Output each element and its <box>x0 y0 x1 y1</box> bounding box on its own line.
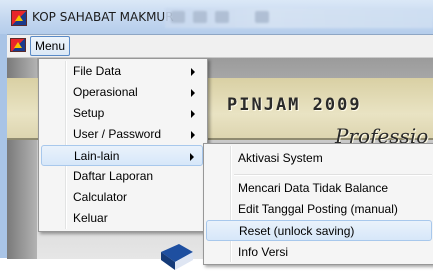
menu-separator <box>234 174 432 176</box>
submenu-item-aktivasi-system[interactable]: Aktivasi System <box>206 148 432 169</box>
app-logo-icon[interactable] <box>11 10 27 26</box>
submenu-arrow-icon <box>191 89 195 97</box>
book-icon <box>161 244 193 270</box>
menu-item-daftar-laporan[interactable]: Daftar Laporan <box>41 166 203 187</box>
submenu-item-reset-unlock-saving[interactable]: Reset (unlock saving) <box>206 220 432 241</box>
submenu-arrow-icon <box>191 68 195 76</box>
menu-item-label: Lain-lain <box>74 149 120 163</box>
menu-item-label: Operasional <box>73 85 138 99</box>
submenu-item-info-versi[interactable]: Info Versi <box>206 242 432 263</box>
menu-item-calculator[interactable]: Calculator <box>41 187 203 208</box>
menu-item-keluar[interactable]: Keluar <box>41 208 203 229</box>
menu-item-label: Daftar Laporan <box>73 169 154 183</box>
submenu-arrow-icon <box>191 110 195 118</box>
submenu-item-label: Edit Tanggal Posting (manual) <box>238 202 398 216</box>
menu-item-operasional[interactable]: Operasional <box>41 82 203 103</box>
banner-title: PINJAM 2009 <box>227 95 362 115</box>
menu-item-label: File Data <box>73 64 122 78</box>
title-bar: KOP SAHABAT MAKMUR <box>0 0 433 34</box>
submenu-item-label: Reset (unlock saving) <box>239 224 355 238</box>
blurred-toolbar <box>165 8 433 28</box>
submenu-item-mencari-data[interactable]: Mencari Data Tidak Balance <box>206 178 432 199</box>
submenu-item-edit-tanggal-posting[interactable]: Edit Tanggal Posting (manual) <box>206 199 432 220</box>
submenu-arrow-icon <box>191 131 195 139</box>
menu-bar: Menu <box>7 35 433 58</box>
submenu-item-label: Mencari Data Tidak Balance <box>238 181 389 195</box>
submenu-arrow-icon <box>190 153 194 161</box>
menu-item-label: Setup <box>73 106 105 120</box>
menu-item-label: Keluar <box>73 211 108 225</box>
menu-item-file-data[interactable]: File Data <box>41 61 203 82</box>
menu-item-lain-lain[interactable]: Lain-lain <box>41 145 203 166</box>
menu-item-setup[interactable]: Setup <box>41 103 203 124</box>
submenu-item-label: Info Versi <box>238 245 289 259</box>
submenu-item-label: Aktivasi System <box>238 151 323 165</box>
system-menu-icon[interactable] <box>10 38 26 52</box>
menu-item-label: Calculator <box>73 190 128 204</box>
lain-lain-submenu: Aktivasi System Mencari Data Tidak Balan… <box>203 143 433 265</box>
menu-button[interactable]: Menu <box>30 36 71 56</box>
menu-item-label: User / Password <box>73 127 162 141</box>
window-title: KOP SAHABAT MAKMUR <box>32 10 174 24</box>
main-dropdown-menu: File Data Operasional Setup User / Passw… <box>38 58 208 232</box>
menu-item-user-password[interactable]: User / Password <box>41 124 203 145</box>
